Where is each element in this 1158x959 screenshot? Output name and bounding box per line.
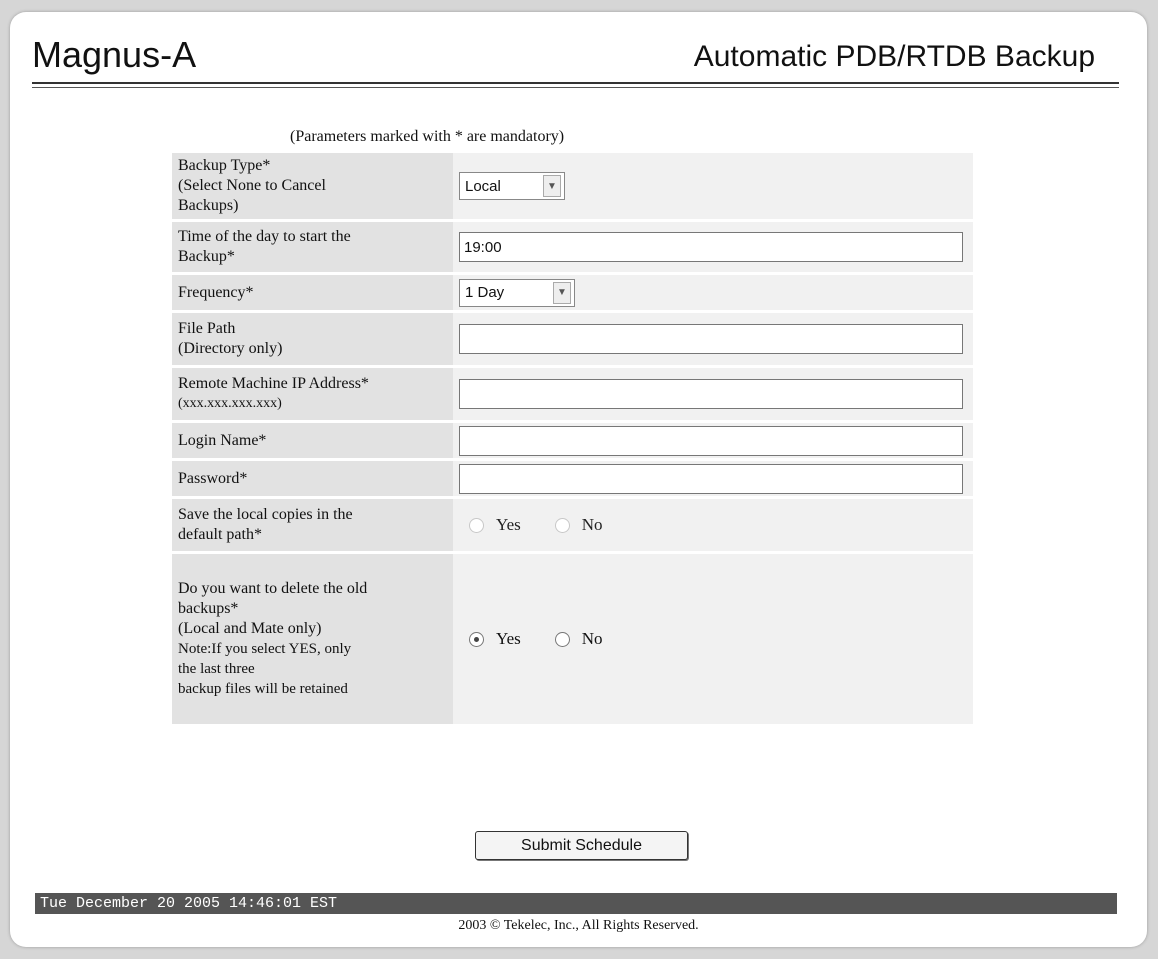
row-remote-ip: Remote Machine IP Address* (xxx.xxx.xxx.… (172, 368, 973, 420)
row-password: Password* (172, 461, 973, 496)
backup-type-label: Backup Type* (Select None to Cancel Back… (172, 153, 453, 219)
delete-old-no-radio[interactable]: No (554, 629, 603, 649)
row-delete-old: Do you want to delete the old backups* (… (172, 554, 973, 724)
frequency-select[interactable]: 1 Day ▼ (459, 278, 575, 307)
system-name: Magnus-A (32, 34, 197, 75)
row-login-name: Login Name* (172, 423, 973, 458)
delete-old-label: Do you want to delete the old backups* (… (172, 554, 453, 724)
delete-old-radio-group: Yes No (459, 629, 967, 649)
header-divider (32, 82, 1119, 84)
file-path-input[interactable] (459, 324, 963, 354)
backup-type-select[interactable]: Local ▼ (459, 172, 565, 200)
row-file-path: File Path (Directory only) (172, 313, 973, 365)
save-local-no-radio[interactable]: No (554, 515, 603, 535)
radio-icon (469, 517, 484, 533)
login-name-label: Login Name* (172, 423, 453, 458)
row-backup-type: Backup Type* (Select None to Cancel Back… (172, 153, 973, 219)
radio-checked-icon (469, 631, 484, 647)
start-time-input[interactable]: 19:00 (459, 232, 963, 262)
start-time-label: Time of the day to start the Backup* (172, 222, 453, 272)
password-input[interactable] (459, 463, 963, 494)
radio-icon (554, 517, 570, 533)
mandatory-note: (Parameters marked with * are mandatory) (290, 128, 565, 145)
page-frame: Magnus-A Automatic PDB/RTDB Backup (Para… (10, 12, 1147, 947)
frequency-label: Frequency* (172, 275, 453, 310)
save-local-radio-group: Yes No (459, 515, 967, 535)
delete-old-yes-radio[interactable]: Yes (469, 629, 521, 649)
backup-form: Backup Type* (Select None to Cancel Back… (172, 150, 973, 727)
save-local-yes-radio[interactable]: Yes (469, 515, 521, 535)
save-local-label: Save the local copies in the default pat… (172, 499, 453, 551)
remote-ip-label: Remote Machine IP Address* (xxx.xxx.xxx.… (172, 368, 453, 420)
remote-ip-input[interactable] (459, 379, 963, 409)
radio-icon (554, 631, 570, 647)
submit-schedule-button[interactable]: Submit Schedule (475, 831, 688, 860)
header-divider-secondary (32, 87, 1119, 88)
copyright-notice: 2003 © Tekelec, Inc., All Rights Reserve… (458, 918, 699, 933)
status-bar-timestamp: Tue December 20 2005 14:46:01 EST (35, 893, 1117, 914)
chevron-down-icon[interactable]: ▼ (543, 175, 561, 197)
page-title: Automatic PDB/RTDB Backup (693, 40, 1095, 73)
file-path-label: File Path (Directory only) (172, 313, 453, 365)
chevron-down-icon[interactable]: ▼ (553, 281, 571, 304)
row-start-time: Time of the day to start the Backup* 19:… (172, 222, 973, 272)
row-frequency: Frequency* 1 Day ▼ (172, 275, 973, 310)
password-label: Password* (172, 461, 453, 496)
row-save-local: Save the local copies in the default pat… (172, 499, 973, 551)
login-name-input[interactable] (459, 425, 963, 456)
